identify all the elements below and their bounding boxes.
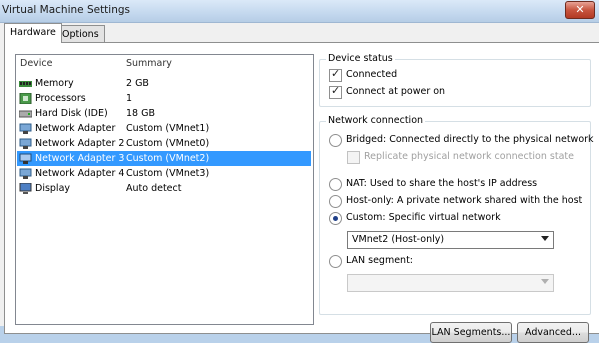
device-summary: 2 GB — [126, 78, 149, 89]
device-summary: Custom (VMnet2) — [126, 153, 210, 164]
network-connection-title: Network connection — [326, 115, 426, 126]
device-status-title: Device status — [326, 53, 395, 64]
replicate-state-checkbox[interactable] — [347, 151, 360, 164]
connected-checkbox[interactable]: ✓ — [329, 67, 342, 82]
hardware-tab-panel: Device Summary Memory 2 GB Processors 1 … — [4, 42, 599, 343]
device-name: Memory — [35, 78, 74, 89]
radio-selected-dot — [333, 216, 338, 221]
device-row-processors[interactable]: Processors 1 — [17, 91, 311, 106]
virtual-network-value: VMnet2 (Host-only) — [352, 234, 445, 245]
processor-icon — [19, 93, 32, 104]
lan-segment-radio[interactable] — [329, 255, 342, 268]
tab-options[interactable]: Options — [56, 25, 105, 43]
device-summary: 18 GB — [126, 108, 155, 119]
connect-at-power-on-label: Connect at power on — [346, 86, 446, 97]
display-icon — [19, 183, 32, 194]
bridged-radio[interactable] — [329, 134, 342, 147]
host-only-label: Host-only: A private network shared with… — [346, 195, 583, 206]
device-row-network-adapter[interactable]: Network Adapter Custom (VMnet1) — [17, 121, 311, 136]
connect-at-power-on-checkbox[interactable]: ✓ — [329, 84, 342, 99]
network-adapter-icon — [19, 138, 32, 149]
device-name: Network Adapter 2 — [35, 138, 125, 149]
virtual-network-select[interactable]: VMnet2 (Host-only) — [347, 231, 554, 249]
title-bar: Virtual Machine Settings ✕ — [0, 0, 599, 23]
dialog-client-area: Hardware Options Device Summary Memory 2… — [0, 23, 599, 343]
network-adapter-icon — [19, 153, 32, 164]
custom-radio[interactable] — [329, 212, 342, 225]
device-name: Processors — [35, 93, 86, 104]
tab-hardware[interactable]: Hardware — [4, 23, 62, 43]
window-title: Virtual Machine Settings — [2, 4, 131, 16]
lan-segments-button[interactable]: LAN Segments... — [430, 322, 512, 343]
close-icon: ✕ — [575, 3, 585, 16]
lan-segment-select[interactable] — [347, 274, 554, 292]
hard-disk-icon — [19, 110, 32, 118]
device-row-display[interactable]: Display Auto detect — [17, 181, 311, 196]
lan-segment-label: LAN segment: — [346, 255, 414, 266]
device-name: Hard Disk (IDE) — [35, 108, 108, 119]
chevron-down-icon — [541, 236, 549, 241]
device-list[interactable]: Device Summary Memory 2 GB Processors 1 … — [15, 54, 314, 325]
network-connection-group: Network connection Bridged: Connected di… — [319, 115, 594, 315]
memory-icon — [19, 81, 32, 87]
device-summary: Custom (VMnet3) — [126, 168, 210, 179]
chevron-down-icon — [541, 279, 549, 284]
device-row-network-adapter-2[interactable]: Network Adapter 2 Custom (VMnet0) — [17, 136, 311, 151]
column-header-summary[interactable]: Summary — [126, 58, 172, 69]
device-status-group: Device status ✓ Connected ✓ Connect at p… — [319, 53, 591, 107]
connected-label: Connected — [346, 69, 398, 80]
network-adapter-icon — [19, 123, 32, 134]
host-only-radio[interactable] — [329, 195, 342, 208]
network-adapter-icon — [19, 168, 32, 179]
device-row-network-adapter-3[interactable]: Network Adapter 3 Custom (VMnet2) — [17, 151, 311, 166]
close-button[interactable]: ✕ — [565, 1, 595, 19]
device-summary: Custom (VMnet0) — [126, 138, 210, 149]
device-row-memory[interactable]: Memory 2 GB — [17, 76, 311, 91]
device-summary: Custom (VMnet1) — [126, 123, 210, 134]
device-summary: Auto detect — [126, 183, 182, 194]
custom-label: Custom: Specific virtual network — [346, 212, 501, 223]
nat-radio[interactable] — [329, 178, 342, 191]
advanced-button[interactable]: Advanced... — [517, 322, 589, 343]
device-name: Network Adapter — [35, 123, 116, 134]
nat-label: NAT: Used to share the host's IP address — [346, 178, 538, 189]
device-name: Network Adapter 4 — [35, 168, 125, 179]
device-row-network-adapter-4[interactable]: Network Adapter 4 Custom (VMnet3) — [17, 166, 311, 181]
checkmark-icon: ✓ — [331, 67, 341, 80]
replicate-state-label: Replicate physical network connection st… — [364, 151, 574, 162]
device-summary: 1 — [126, 93, 133, 104]
device-name: Display — [35, 183, 71, 194]
column-header-device[interactable]: Device — [20, 58, 53, 69]
device-name: Network Adapter 3 — [35, 153, 125, 164]
checkmark-icon: ✓ — [331, 84, 341, 97]
device-row-hard-disk[interactable]: Hard Disk (IDE) 18 GB — [17, 106, 311, 121]
bridged-label: Bridged: Connected directly to the physi… — [346, 134, 594, 145]
